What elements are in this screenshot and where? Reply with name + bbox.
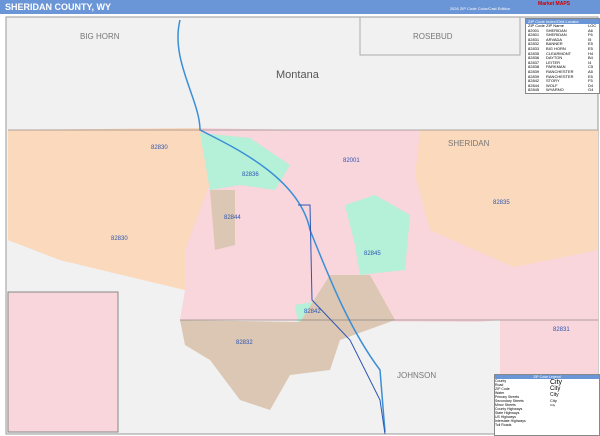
zip-label: 82836 [242, 172, 259, 178]
edition-label: 2026 ZIP Code Color/Cast Edition [449, 6, 510, 11]
state-label: Montana [276, 69, 319, 81]
inset-map [7, 291, 119, 433]
zip-label: 82835 [493, 200, 510, 206]
table-cell: G4 [588, 87, 594, 93]
legend-city-item: City [550, 379, 563, 386]
zip-label: 82832 [236, 340, 253, 346]
table-cell: 82845 [528, 87, 540, 93]
zip-label: 82831 [553, 327, 570, 333]
region-label: SHERIDAN [448, 139, 490, 148]
map-legend: ZIP Code Legend County Road ZIP Code Water P… [494, 374, 600, 436]
map-title: SHERIDAN COUNTY, WY [5, 2, 112, 12]
zip-index-table: ZIP Code Index/Grid Locator ZIP Code ZIP … [525, 18, 600, 94]
table-row: 82845 WYARNO G4 [526, 88, 599, 93]
zip-label: 82001 [343, 158, 360, 164]
region-label: BIG HORN [80, 32, 120, 41]
table-cell: WYARNO [546, 87, 564, 93]
zip-label: 82845 [364, 251, 381, 257]
region-label: JOHNSON [397, 371, 437, 380]
legend-city-item: City [550, 403, 556, 407]
legend-item: Toll Roads [495, 423, 512, 427]
logo: Market MAPS [538, 1, 570, 7]
zip-label: 82844 [224, 215, 241, 221]
zip-label: 82830 [151, 145, 168, 151]
header-bar: SHERIDAN COUNTY, WY 2026 ZIP Code Color/… [0, 0, 600, 14]
zip-label: 82842 [304, 309, 321, 315]
zip-label: 82830 [111, 236, 128, 242]
region-label: ROSEBUD [413, 32, 453, 41]
